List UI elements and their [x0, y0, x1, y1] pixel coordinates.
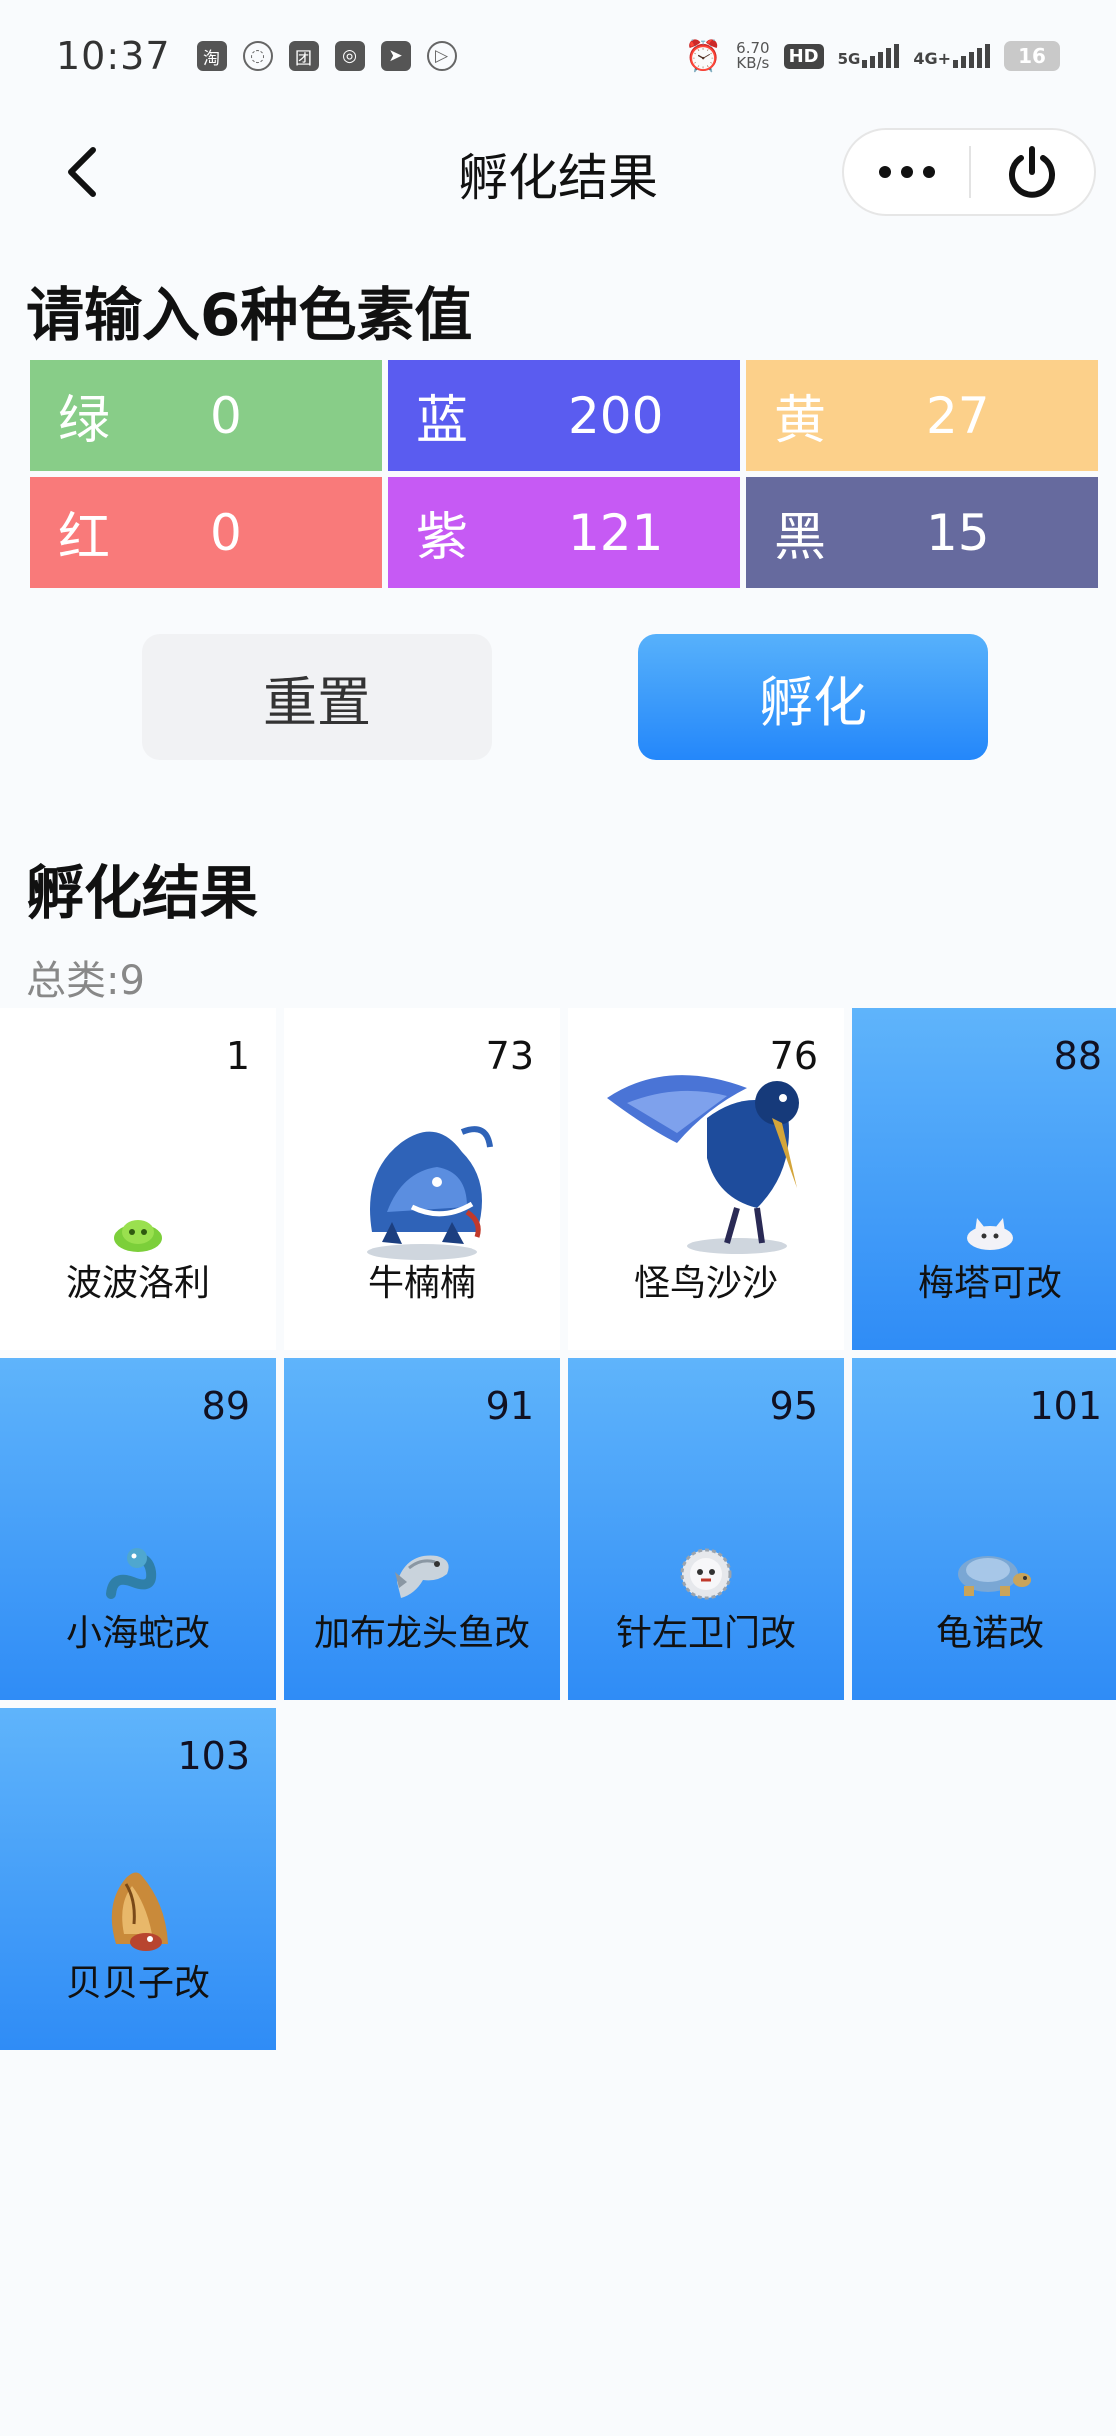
turtle-icon	[958, 1556, 1031, 1596]
card-number: 101	[1029, 1384, 1102, 1428]
pigment-grid: 绿 0 蓝 200 黄 27 红 0 紫 121 黑 15	[30, 360, 1098, 588]
power-icon	[1009, 146, 1056, 198]
card-number: 88	[1053, 1034, 1102, 1078]
result-card[interactable]: 101 龟诺改	[852, 1358, 1116, 1700]
card-number: 73	[485, 1034, 534, 1078]
pigment-value: 15	[926, 503, 990, 562]
card-name: 加布龙头鱼改	[313, 1613, 530, 1654]
dragon-fish-icon	[395, 1555, 449, 1598]
sea-snake-icon	[106, 1548, 157, 1599]
pigment-label: 紫	[416, 508, 469, 568]
result-card[interactable]: 95 针左卫门改	[568, 1358, 844, 1700]
result-card[interactable]: 76 怪鸟沙沙	[568, 1008, 844, 1350]
hermit-shell-icon	[111, 1872, 168, 1951]
input-heading: 请输入6种色素值	[26, 281, 473, 349]
pigment-value: 27	[926, 386, 990, 445]
mini-program-capsule	[842, 128, 1096, 216]
card-number: 95	[769, 1384, 818, 1428]
hatch-button[interactable]: 孵化	[638, 634, 988, 760]
taobao-notification-icon: 淘	[196, 41, 227, 71]
status-indicators: ⏰ 6.70 KB/s HD 5G 4G+ 16	[685, 39, 1060, 74]
green-slime-icon	[114, 1220, 162, 1252]
card-name: 牛楠楠	[367, 1263, 476, 1304]
close-mini-program-button[interactable]	[971, 128, 1094, 216]
result-card[interactable]: 103 贝贝子改	[0, 1708, 276, 2050]
pigment-label: 蓝	[416, 391, 469, 451]
result-card[interactable]: 89 小海蛇改	[0, 1358, 276, 1700]
hd-icon: HD	[783, 43, 824, 69]
card-name: 怪鸟沙沙	[633, 1263, 778, 1304]
status-bar: 10:37 淘 ◌ 团 ◎ ➤ ▷ ⏰ 6.70 KB/s HD 5G 4G+ …	[0, 0, 1116, 112]
blue-monster-icon	[367, 1126, 493, 1260]
pigment-blue[interactable]: 蓝 200	[388, 360, 740, 471]
video-notification-icon: ▷	[426, 41, 457, 71]
dot-icon	[922, 166, 935, 178]
weibo-notification-icon: ◎	[334, 41, 365, 71]
pigment-label: 红	[58, 508, 111, 568]
chat-notification-icon: ◌	[242, 41, 273, 71]
net-speed: 6.70 KB/s	[736, 39, 770, 72]
alarm-icon: ⏰	[684, 38, 723, 74]
pigment-black[interactable]: 黑 15	[746, 477, 1098, 588]
pigment-label: 黄	[774, 391, 827, 451]
card-number: 91	[485, 1384, 534, 1428]
status-time: 10:37	[56, 34, 171, 78]
result-total: 总类:9	[26, 958, 145, 1004]
card-name: 龟诺改	[935, 1613, 1044, 1654]
battery-icon: 16	[1004, 41, 1060, 71]
reset-button[interactable]: 重置	[142, 634, 492, 760]
pigment-value: 200	[568, 386, 664, 445]
result-heading: 孵化结果	[26, 859, 259, 927]
pigment-value: 121	[568, 503, 664, 562]
status-app-icons: 淘 ◌ 团 ◎ ➤ ▷	[196, 41, 457, 71]
spiky-ball-icon	[680, 1548, 732, 1600]
result-card[interactable]: 1 波波洛利	[0, 1008, 276, 1350]
card-name: 波波洛利	[65, 1263, 210, 1304]
more-button[interactable]	[844, 128, 969, 216]
result-grid: 1 波波洛利 73 牛楠楠 76 怪鸟沙沙 88 梅塔可改 89 小海蛇改 91…	[0, 1008, 1116, 2050]
dot-icon	[900, 166, 913, 178]
result-card[interactable]: 73 牛楠楠	[284, 1008, 560, 1350]
sim1-signal-icon: 5G	[838, 44, 900, 68]
result-card[interactable]: 91 加布龙头鱼改	[284, 1358, 560, 1700]
blue-bird-icon	[607, 1075, 799, 1254]
nav-bar: 孵化结果	[0, 120, 1116, 224]
card-number: 1	[225, 1034, 250, 1078]
pigment-red[interactable]: 红 0	[30, 477, 382, 588]
pigment-purple[interactable]: 紫 121	[388, 477, 740, 588]
pigment-green[interactable]: 绿 0	[30, 360, 382, 471]
pigment-label: 黑	[774, 508, 827, 568]
card-name: 针左卫门改	[615, 1613, 796, 1654]
telegram-notification-icon: ➤	[380, 41, 411, 71]
white-blob-icon	[967, 1218, 1013, 1250]
pigment-value: 0	[210, 386, 242, 445]
meituan-notification-icon: 团	[288, 41, 319, 71]
result-card[interactable]: 88 梅塔可改	[852, 1008, 1116, 1350]
card-number: 103	[177, 1734, 250, 1778]
pigment-label: 绿	[58, 391, 111, 451]
pigment-value: 0	[210, 503, 242, 562]
dot-icon	[878, 166, 891, 178]
card-name: 贝贝子改	[65, 1963, 210, 2004]
card-name: 小海蛇改	[65, 1613, 210, 1654]
pigment-yellow[interactable]: 黄 27	[746, 360, 1098, 471]
card-number: 89	[201, 1384, 250, 1428]
sim2-signal-icon: 4G+	[913, 44, 990, 68]
card-name: 梅塔可改	[917, 1263, 1062, 1304]
